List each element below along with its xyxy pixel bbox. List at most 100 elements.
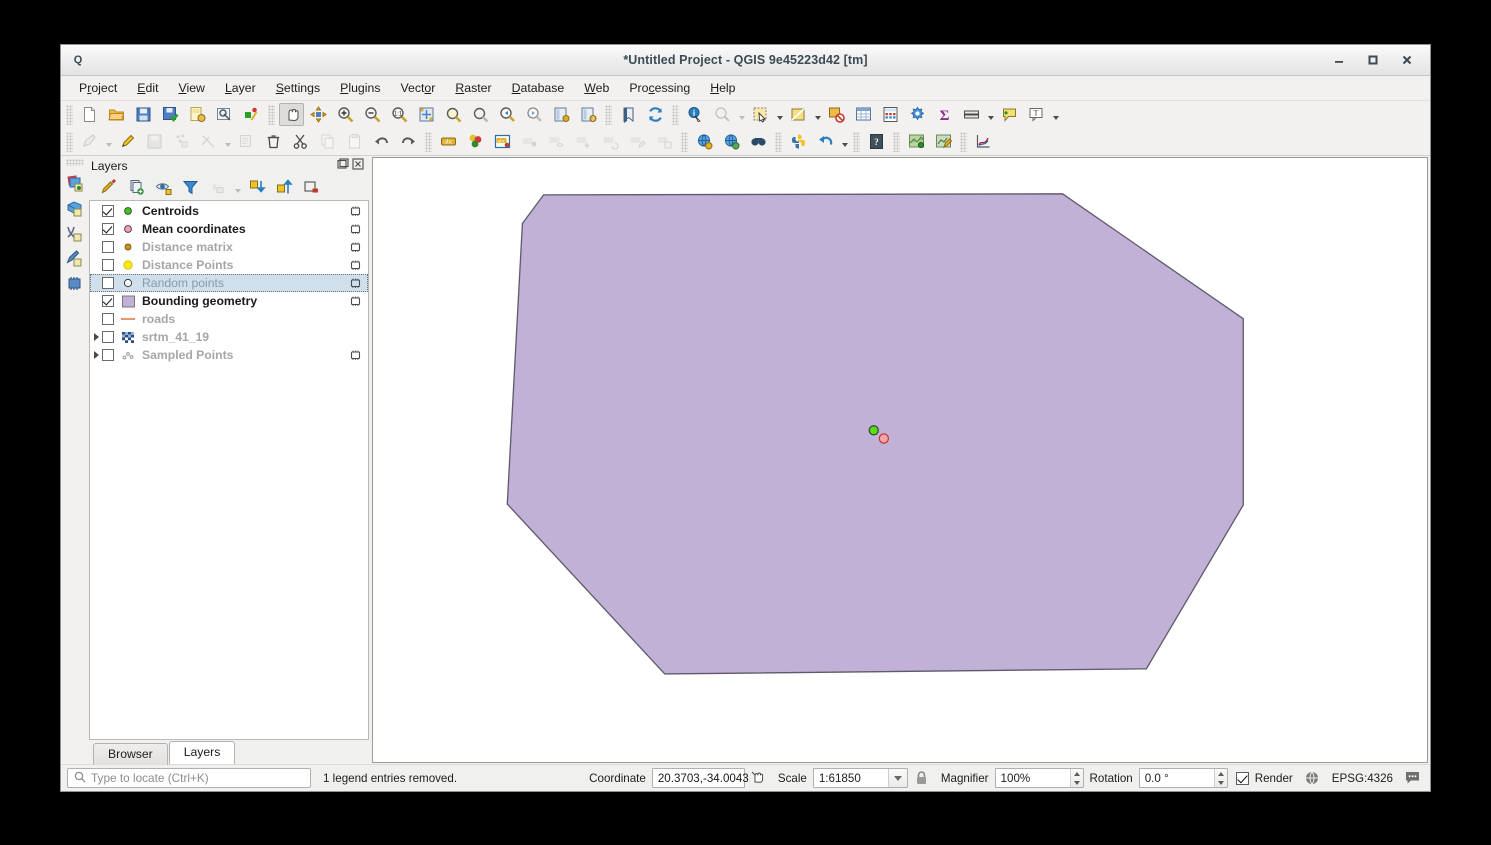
vertex-tool-dropdown-icon[interactable]: [222, 130, 233, 153]
new-geopackage-layer-icon[interactable]: [62, 196, 87, 221]
float-dock-icon[interactable]: [337, 158, 349, 173]
menu-settings[interactable]: Settings: [266, 78, 330, 99]
expander-icon[interactable]: [90, 333, 102, 341]
menu-help[interactable]: Help: [700, 78, 745, 99]
python-console-icon[interactable]: [786, 130, 811, 153]
statistical-summary-icon[interactable]: Σ: [932, 103, 957, 126]
layer-visibility-checkbox[interactable]: [102, 223, 114, 235]
pin-labels-icon[interactable]: [517, 130, 542, 153]
measure-dropdown-icon[interactable]: [985, 103, 996, 126]
text-annotation-icon[interactable]: T: [1024, 103, 1049, 126]
zoom-full-icon[interactable]: [414, 103, 439, 126]
layer-visibility-checkbox[interactable]: [102, 313, 114, 325]
minimize-icon[interactable]: [1322, 46, 1356, 74]
tab-layers[interactable]: Layers: [169, 741, 236, 764]
new-print-layout-icon[interactable]: [185, 103, 210, 126]
toolbar-grip[interactable]: [66, 105, 73, 125]
copy-features-icon[interactable]: [315, 130, 340, 153]
new-spatialite-layer-icon[interactable]: [62, 221, 87, 246]
new-bookmark-icon[interactable]: [616, 103, 641, 126]
menu-database[interactable]: Database: [502, 78, 575, 99]
run-feature-action-dropdown-icon[interactable]: [736, 103, 747, 126]
layer-processing-icon[interactable]: [349, 205, 368, 217]
layout-manager-icon[interactable]: [212, 103, 237, 126]
osm-place-search-icon[interactable]: [746, 130, 771, 153]
change-label-icon[interactable]: [625, 130, 650, 153]
layer-labeling-icon[interactable]: abc: [490, 130, 515, 153]
plot-toolbar-grip[interactable]: [960, 132, 967, 152]
web-toolbar-grip[interactable]: [681, 132, 688, 152]
deselect-features-icon[interactable]: [824, 103, 849, 126]
expand-all-icon[interactable]: [246, 177, 269, 198]
crs-globe-icon[interactable]: [1300, 767, 1325, 790]
toggle-editing-icon[interactable]: [115, 130, 140, 153]
layer-row-centroids[interactable]: Centroids: [90, 202, 368, 220]
open-layer-styling-panel-icon[interactable]: [98, 177, 121, 198]
cut-features-icon[interactable]: [288, 130, 313, 153]
new-shapefile-layer-icon[interactable]: [62, 246, 87, 271]
layer-visibility-checkbox[interactable]: [102, 241, 114, 253]
pan-map-icon[interactable]: [279, 103, 304, 126]
messages-bubble-icon[interactable]: [1400, 767, 1425, 790]
modify-attributes-icon[interactable]: [234, 130, 259, 153]
vertex-tool-icon[interactable]: [196, 130, 221, 153]
run-feature-action-icon[interactable]: [710, 103, 735, 126]
style-dock-icon[interactable]: [463, 130, 488, 153]
new-project-icon[interactable]: [77, 103, 102, 126]
label-icon[interactable]: abc: [436, 130, 461, 153]
close-icon[interactable]: [1390, 46, 1424, 74]
data-source-toolbar-grip[interactable]: [66, 159, 84, 166]
manage-map-themes-icon[interactable]: [152, 177, 175, 198]
layer-row-roads[interactable]: roads: [90, 310, 368, 328]
pan-to-selection-icon[interactable]: [306, 103, 331, 126]
toolbar-grip-3[interactable]: [605, 105, 612, 125]
menu-plugins[interactable]: Plugins: [330, 78, 390, 99]
processing-dropdown-icon[interactable]: [839, 130, 850, 153]
zoom-last-icon[interactable]: [495, 103, 520, 126]
help-icon[interactable]: ?: [864, 130, 889, 153]
new-map-view-icon[interactable]: [549, 103, 574, 126]
change-label-properties-icon[interactable]: [652, 130, 677, 153]
plugin-icon[interactable]: [931, 130, 956, 153]
current-edits-dropdown-icon[interactable]: [103, 130, 114, 153]
zoom-out-icon[interactable]: [360, 103, 385, 126]
magnifier-spin-buttons[interactable]: [1070, 769, 1083, 787]
layer-processing-icon[interactable]: [349, 241, 368, 253]
magnifier-spinbox[interactable]: 100%: [995, 768, 1084, 788]
layer-row-distance-matrix[interactable]: Distance matrix: [90, 238, 368, 256]
georeferencer-icon[interactable]: [904, 130, 929, 153]
layer-processing-icon[interactable]: [349, 277, 368, 289]
identify-features-icon[interactable]: i: [683, 103, 708, 126]
menu-view[interactable]: View: [169, 78, 215, 99]
refresh-icon[interactable]: [643, 103, 668, 126]
layer-processing-icon[interactable]: [349, 259, 368, 271]
expander-icon[interactable]: [90, 351, 102, 359]
filter-legend-dropdown-icon[interactable]: [232, 176, 243, 199]
save-project-as-icon[interactable]: [158, 103, 183, 126]
open-field-calculator-icon[interactable]: [878, 103, 903, 126]
plugins-toolbar-grip[interactable]: [775, 132, 782, 152]
layer-row-srtm-41-19[interactable]: srtm_41_19: [90, 328, 368, 346]
toolbar-grip-4[interactable]: [672, 105, 679, 125]
undo-icon[interactable]: [369, 130, 394, 153]
layer-visibility-checkbox[interactable]: [102, 331, 114, 343]
layer-visibility-checkbox[interactable]: [102, 259, 114, 271]
collapse-all-icon[interactable]: [273, 177, 296, 198]
select-features-icon[interactable]: [748, 103, 773, 126]
annotation-dropdown-icon[interactable]: [1050, 103, 1061, 126]
layer-row-random-points[interactable]: Random points: [90, 274, 368, 292]
save-project-icon[interactable]: [131, 103, 156, 126]
move-label-icon[interactable]: [571, 130, 596, 153]
labels-toolbar-grip[interactable]: [425, 132, 432, 152]
zoom-next-icon[interactable]: [522, 103, 547, 126]
menu-vector[interactable]: Vector: [390, 78, 445, 99]
delete-selected-icon[interactable]: [261, 130, 286, 153]
layer-visibility-checkbox[interactable]: [102, 295, 114, 307]
menu-layer[interactable]: Layer: [215, 78, 266, 99]
layer-processing-icon[interactable]: [349, 223, 368, 235]
render-checkbox[interactable]: [1236, 772, 1249, 785]
zoom-native-icon[interactable]: 1:1: [387, 103, 412, 126]
menu-project[interactable]: Project: [69, 78, 127, 99]
filter-legend-icon[interactable]: [179, 177, 202, 198]
select-features-dropdown-icon[interactable]: [774, 103, 785, 126]
